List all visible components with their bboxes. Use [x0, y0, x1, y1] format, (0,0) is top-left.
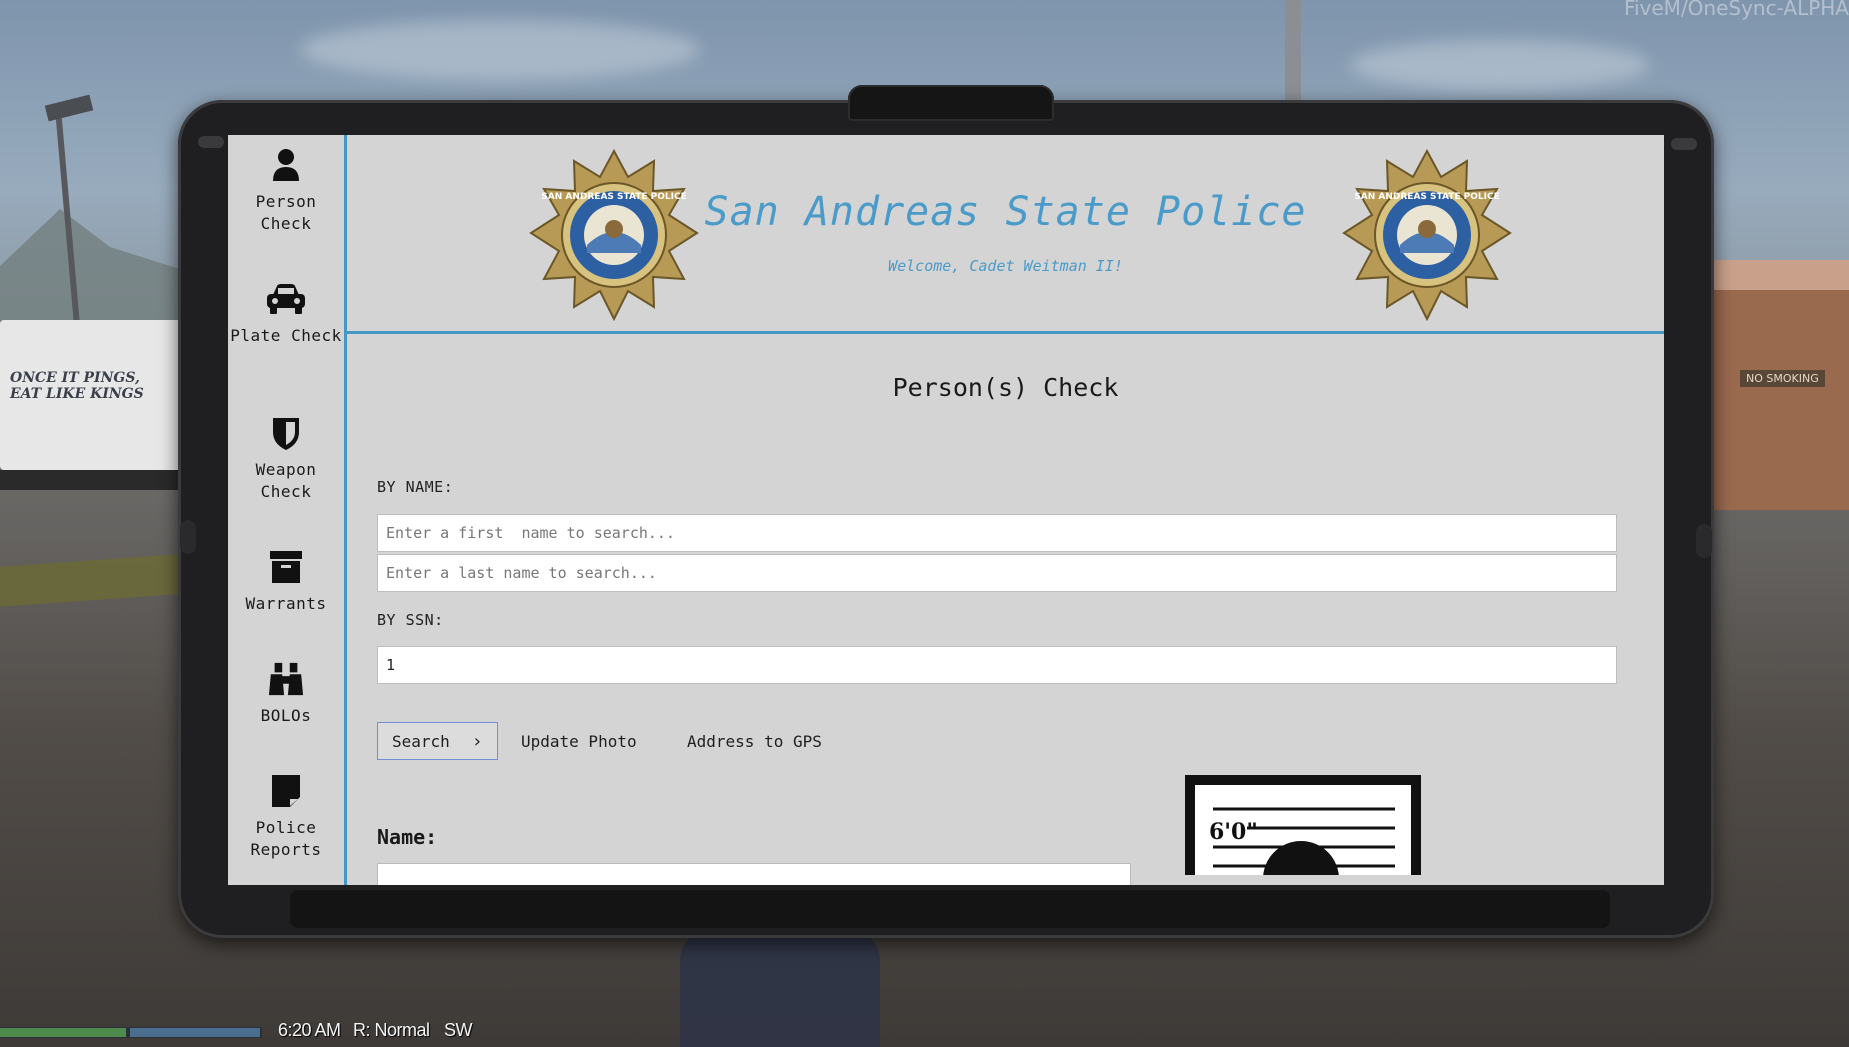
by-name-label: BY NAME: — [377, 478, 454, 496]
sidebar-item-label: Plate Check — [230, 326, 342, 345]
sidebar-item-person-check[interactable]: Person Check — [228, 147, 344, 235]
by-ssn-label: BY SSN: — [377, 611, 444, 629]
mugshot-height-mark: 6'0" — [1209, 819, 1258, 845]
no-smoking-sign: NO SMOKING — [1740, 370, 1825, 387]
search-button[interactable]: Search › — [377, 722, 498, 760]
mdt-screen: Person Check Plate Check Weapon Check Wa… — [228, 135, 1664, 885]
sidebar-item-label: Person Check — [255, 192, 317, 233]
archive-box-icon — [270, 551, 302, 583]
name-field[interactable] — [377, 863, 1131, 885]
update-photo-button[interactable]: Update Photo — [507, 722, 651, 760]
background-truck: ONCE IT PINGS, EAT LIKE KINGS — [0, 320, 185, 470]
armor-bar — [130, 1028, 260, 1037]
search-button-label: Search — [392, 731, 450, 751]
background-pole — [1285, 0, 1301, 102]
tablet-top-clip — [848, 85, 1054, 121]
truck-slogan-line-1: ONCE IT PINGS, — [10, 370, 140, 386]
police-badge-right: SAN ANDREAS STATE POLICE — [1342, 149, 1512, 321]
tablet-bolt — [1671, 138, 1697, 150]
sidebar-item-plate-check[interactable]: Plate Check — [228, 281, 344, 347]
street-lamp-head — [44, 94, 94, 122]
truck-slogan-line-2: EAT LIKE KINGS — [10, 386, 144, 402]
mugshot-placeholder: 6'0" — [1185, 775, 1421, 875]
binoculars-icon — [268, 662, 304, 696]
tablet-bottom-clip — [290, 890, 1610, 928]
hud-voice-range: R: Normal — [353, 1020, 430, 1040]
sidebar-item-warrants[interactable]: Warrants — [228, 549, 344, 615]
sidebar-item-label: BOLOs — [260, 706, 312, 725]
main-content: SAN ANDREAS STATE POLICE San Andreas Sta… — [347, 135, 1664, 885]
address-to-gps-button[interactable]: Address to GPS — [673, 722, 836, 760]
cloud — [300, 20, 700, 80]
background-building: NO SMOKING — [1710, 260, 1849, 510]
page-title: Person(s) Check — [892, 373, 1119, 402]
watermark: FiveM/OneSync-ALPHA — [1623, 0, 1849, 20]
car-icon — [267, 284, 305, 314]
tablet-bolt — [198, 136, 224, 148]
sidebar-item-weapon-check[interactable]: Weapon Check — [228, 415, 344, 503]
name-label: Name: — [377, 825, 438, 849]
building-roof — [1710, 260, 1849, 290]
header: SAN ANDREAS STATE POLICE San Andreas Sta… — [347, 135, 1664, 334]
player-legs — [680, 930, 880, 1047]
sidebar-item-bolos[interactable]: BOLOs — [228, 661, 344, 727]
truck-chassis — [0, 470, 185, 490]
sidebar-item-police-reports[interactable]: Police Reports — [228, 773, 344, 861]
chevron-right-icon: › — [471, 730, 483, 752]
first-name-input[interactable] — [377, 514, 1617, 552]
truck-slogan: ONCE IT PINGS, EAT LIKE KINGS — [10, 370, 144, 402]
police-badge-left: SAN ANDREAS STATE POLICE — [529, 149, 699, 321]
person-icon — [273, 149, 299, 181]
grass-strip — [0, 553, 190, 607]
last-name-input[interactable] — [377, 554, 1617, 592]
health-bar — [0, 1028, 126, 1037]
ssn-input[interactable] — [377, 646, 1617, 684]
sticky-note-icon — [272, 775, 300, 807]
hud-time: 6:20 AM — [278, 1020, 341, 1040]
tablet-right-latch — [1696, 524, 1712, 558]
sidebar-item-label: Weapon Check — [255, 460, 317, 501]
sidebar-item-label: Warrants — [245, 594, 327, 613]
shield-icon — [273, 418, 299, 450]
tablet-left-latch — [180, 520, 196, 554]
sidebar-item-label: Police Reports — [250, 818, 322, 859]
cloud — [1350, 40, 1650, 90]
sidebar: Person Check Plate Check Weapon Check Wa… — [228, 135, 347, 885]
hud-compass-direction: SW — [444, 1020, 473, 1040]
badge-text: SAN ANDREAS STATE POLICE — [1354, 192, 1499, 202]
